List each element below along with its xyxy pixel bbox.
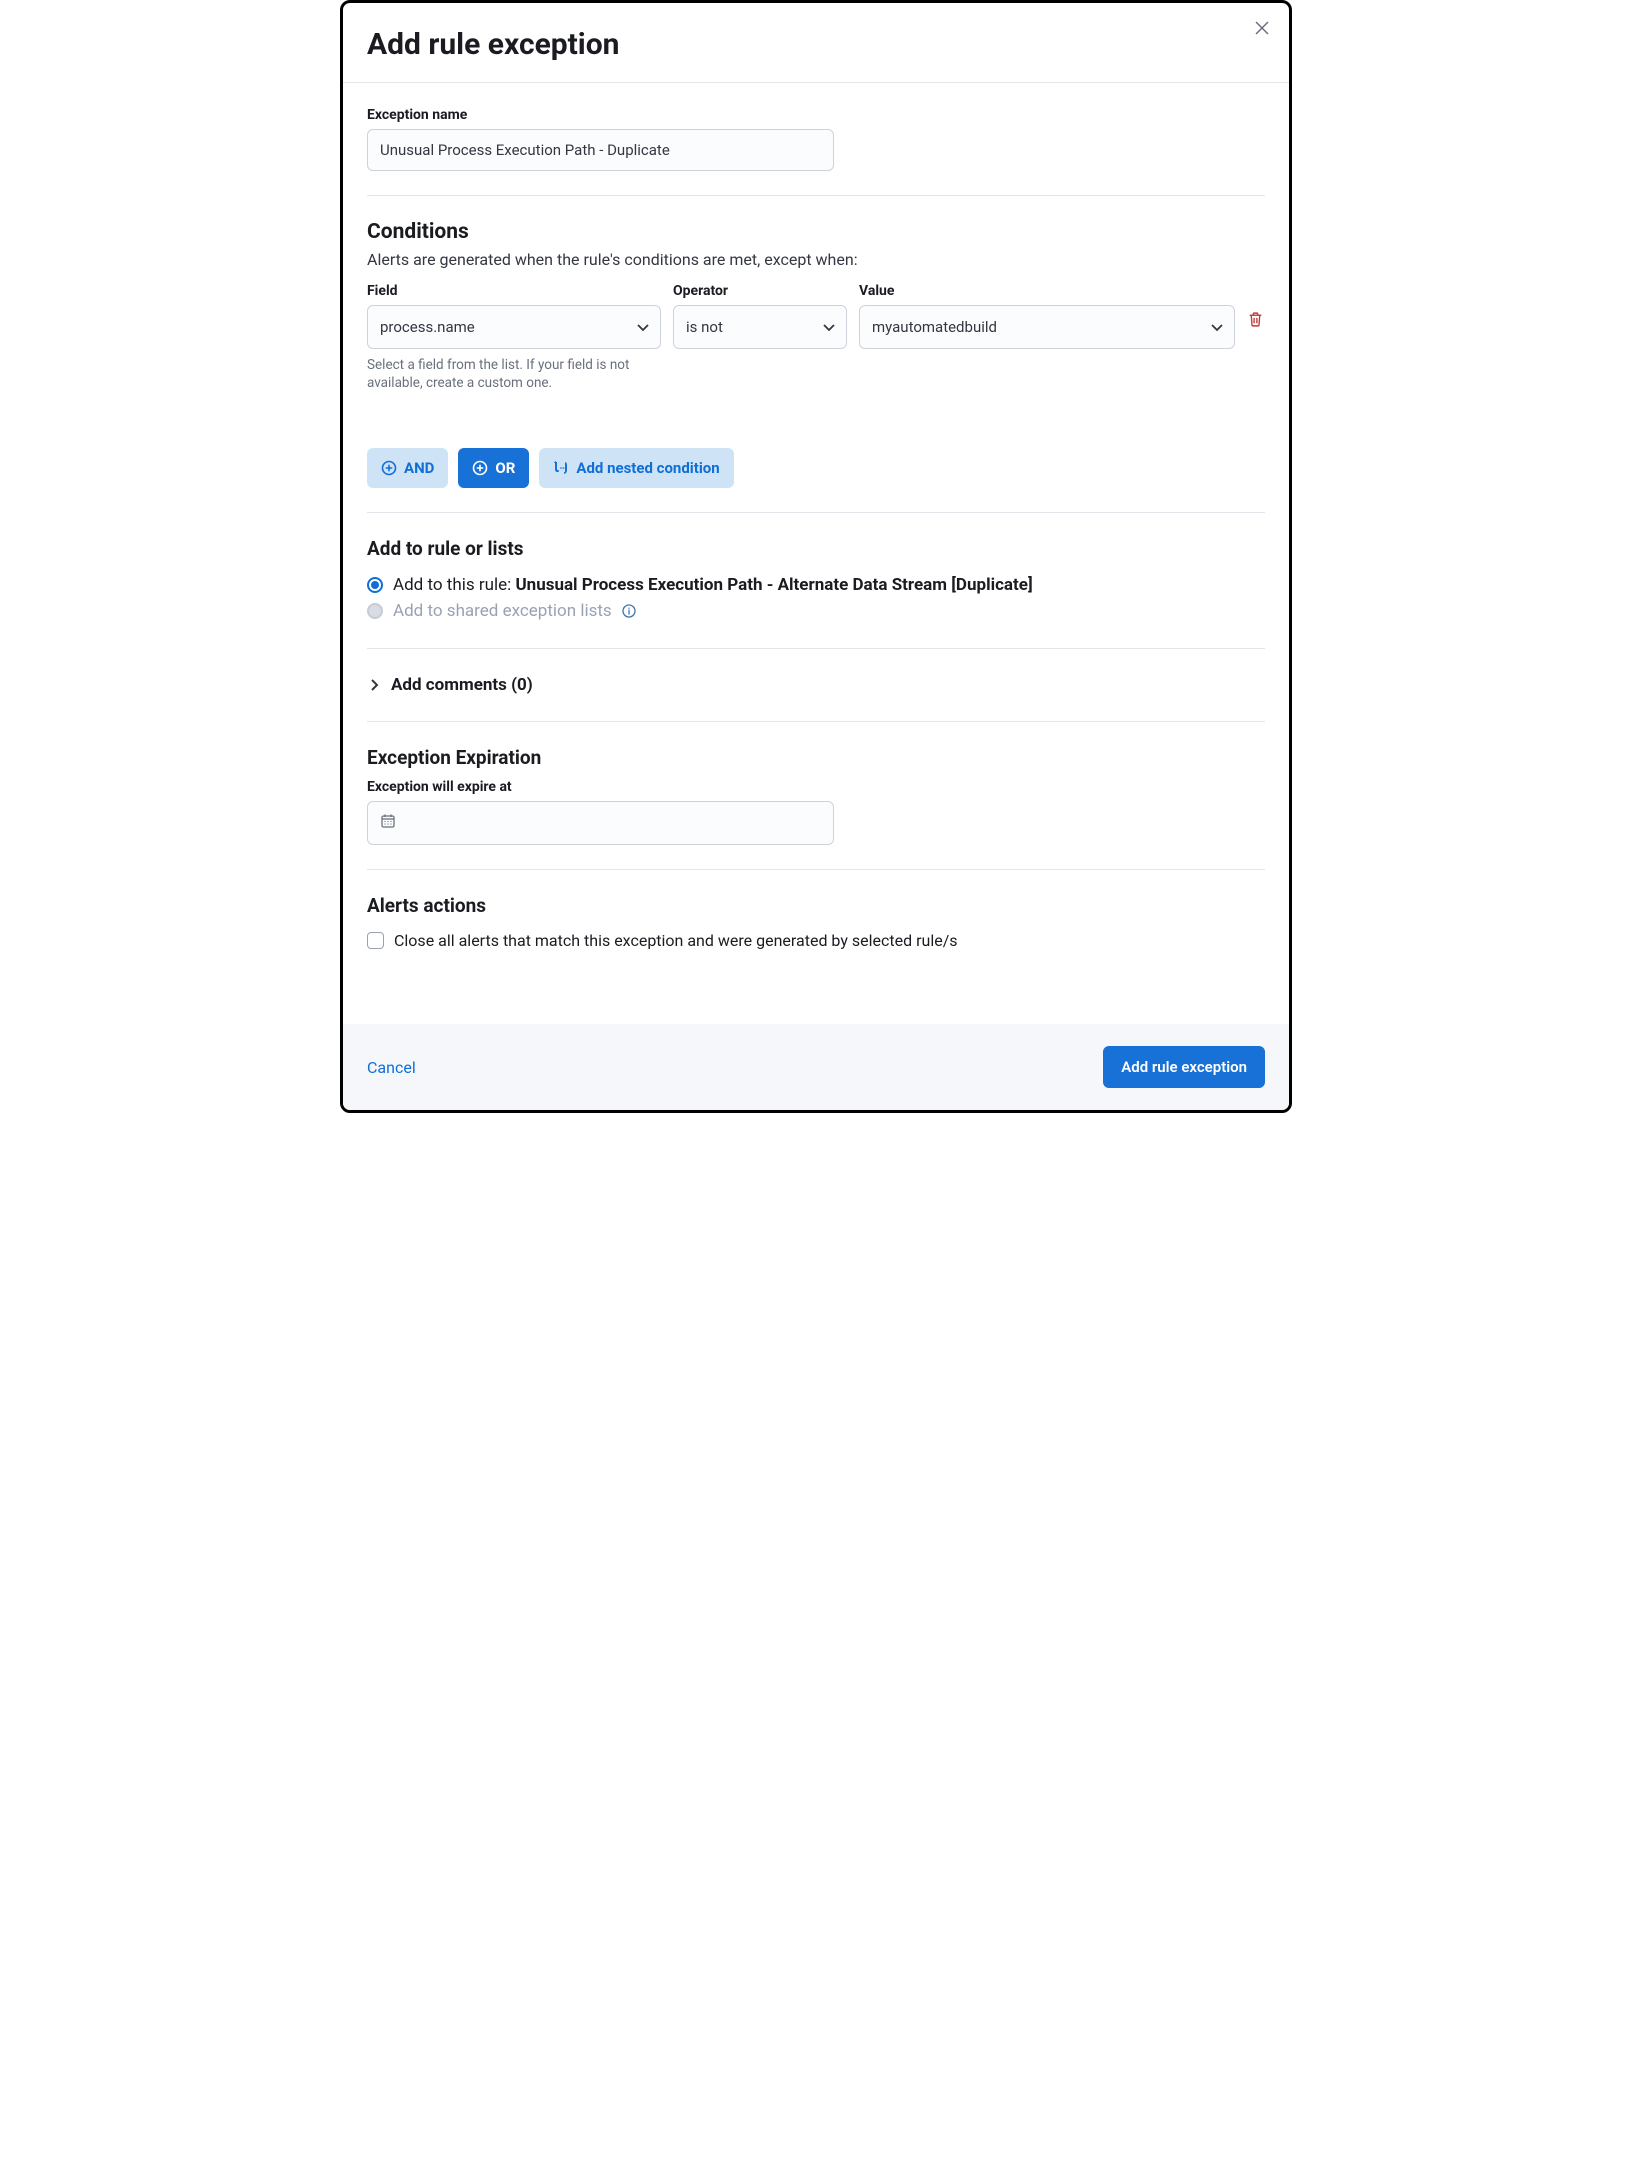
radio-rule-prefix: Add to this rule: xyxy=(393,575,515,595)
conditions-section: Conditions Alerts are generated when the… xyxy=(367,196,1265,513)
plus-circle-icon xyxy=(472,460,488,476)
and-button[interactable]: AND xyxy=(367,448,448,488)
radio-add-to-shared-lists[interactable]: Add to shared exception lists xyxy=(367,598,1265,624)
chevron-right-icon xyxy=(367,678,381,692)
radio-selected-icon xyxy=(367,577,383,593)
or-button[interactable]: OR xyxy=(458,448,529,488)
operator-column: Operator is not xyxy=(673,283,847,349)
value-column: Value myautomatedbuild xyxy=(859,283,1235,349)
add-to-radio-group: Add to this rule: Unusual Process Execut… xyxy=(367,572,1265,624)
value-select-value: myautomatedbuild xyxy=(872,318,997,336)
radio-add-to-this-rule[interactable]: Add to this rule: Unusual Process Execut… xyxy=(367,572,1265,598)
field-label: Field xyxy=(367,283,661,299)
conditions-heading: Conditions xyxy=(367,220,1265,244)
checkbox-unchecked-icon[interactable] xyxy=(367,932,384,949)
nested-condition-button[interactable]: Add nested condition xyxy=(539,448,733,488)
value-label: Value xyxy=(859,283,1235,299)
operator-select[interactable]: is not xyxy=(673,305,847,349)
expiration-field-label: Exception will expire at xyxy=(367,779,1265,795)
chevron-down-icon xyxy=(822,320,836,334)
exception-name-value: Unusual Process Execution Path - Duplica… xyxy=(380,141,670,159)
exception-name-label: Exception name xyxy=(367,107,1265,123)
close-icon[interactable] xyxy=(1255,21,1271,37)
add-comments-label: Add comments (0) xyxy=(391,675,533,695)
nested-button-label: Add nested condition xyxy=(576,459,719,477)
alerts-actions-heading: Alerts actions xyxy=(367,894,1265,917)
condition-row: Field process.name Select a field from t… xyxy=(367,283,1265,392)
nested-icon xyxy=(553,460,569,476)
radio-shared-label: Add to shared exception lists xyxy=(393,601,612,621)
radio-rule-name: Unusual Process Execution Path - Alterna… xyxy=(515,575,1032,595)
calendar-icon xyxy=(380,813,396,833)
field-help-text: Select a field from the list. If your fi… xyxy=(367,357,657,392)
close-alerts-checkbox-row[interactable]: Close all alerts that match this excepti… xyxy=(367,931,1265,950)
close-alerts-label: Close all alerts that match this excepti… xyxy=(394,931,958,950)
radio-rule-label: Add to this rule: Unusual Process Execut… xyxy=(393,575,1033,595)
or-button-label: OR xyxy=(495,459,515,477)
field-column: Field process.name Select a field from t… xyxy=(367,283,661,392)
cancel-button[interactable]: Cancel xyxy=(367,1058,416,1077)
add-rule-exception-button[interactable]: Add rule exception xyxy=(1103,1046,1265,1088)
modal-footer: Cancel Add rule exception xyxy=(343,1024,1289,1110)
expiration-section: Exception Expiration Exception will expi… xyxy=(367,722,1265,870)
modal-body: Exception name Unusual Process Execution… xyxy=(343,83,1289,1024)
operator-select-value: is not xyxy=(686,318,723,336)
exception-name-input[interactable]: Unusual Process Execution Path - Duplica… xyxy=(367,129,834,171)
field-select-value: process.name xyxy=(380,318,475,336)
modal-title: Add rule exception xyxy=(367,27,1265,62)
chevron-down-icon xyxy=(1210,320,1224,334)
add-to-heading: Add to rule or lists xyxy=(367,537,1265,560)
alerts-actions-section: Alerts actions Close all alerts that mat… xyxy=(367,870,1265,1024)
conditions-description: Alerts are generated when the rule's con… xyxy=(367,250,1265,269)
plus-circle-icon xyxy=(381,460,397,476)
logic-buttons-row: AND OR xyxy=(367,448,1265,488)
chevron-down-icon xyxy=(636,320,650,334)
radio-disabled-icon xyxy=(367,603,383,619)
exception-name-section: Exception name Unusual Process Execution… xyxy=(367,83,1265,196)
delete-condition-icon[interactable] xyxy=(1247,311,1265,329)
add-comments-accordion[interactable]: Add comments (0) xyxy=(367,649,1265,722)
info-icon[interactable] xyxy=(622,604,636,618)
add-rule-exception-modal: Add rule exception Exception name Unusua… xyxy=(340,0,1292,1113)
and-button-label: AND xyxy=(404,459,434,477)
operator-label: Operator xyxy=(673,283,847,299)
add-to-section: Add to rule or lists Add to this rule: U… xyxy=(367,513,1265,649)
expiration-heading: Exception Expiration xyxy=(367,746,1265,769)
value-select[interactable]: myautomatedbuild xyxy=(859,305,1235,349)
expiration-date-input[interactable] xyxy=(367,801,834,845)
modal-header: Add rule exception xyxy=(343,3,1289,83)
field-select[interactable]: process.name xyxy=(367,305,661,349)
